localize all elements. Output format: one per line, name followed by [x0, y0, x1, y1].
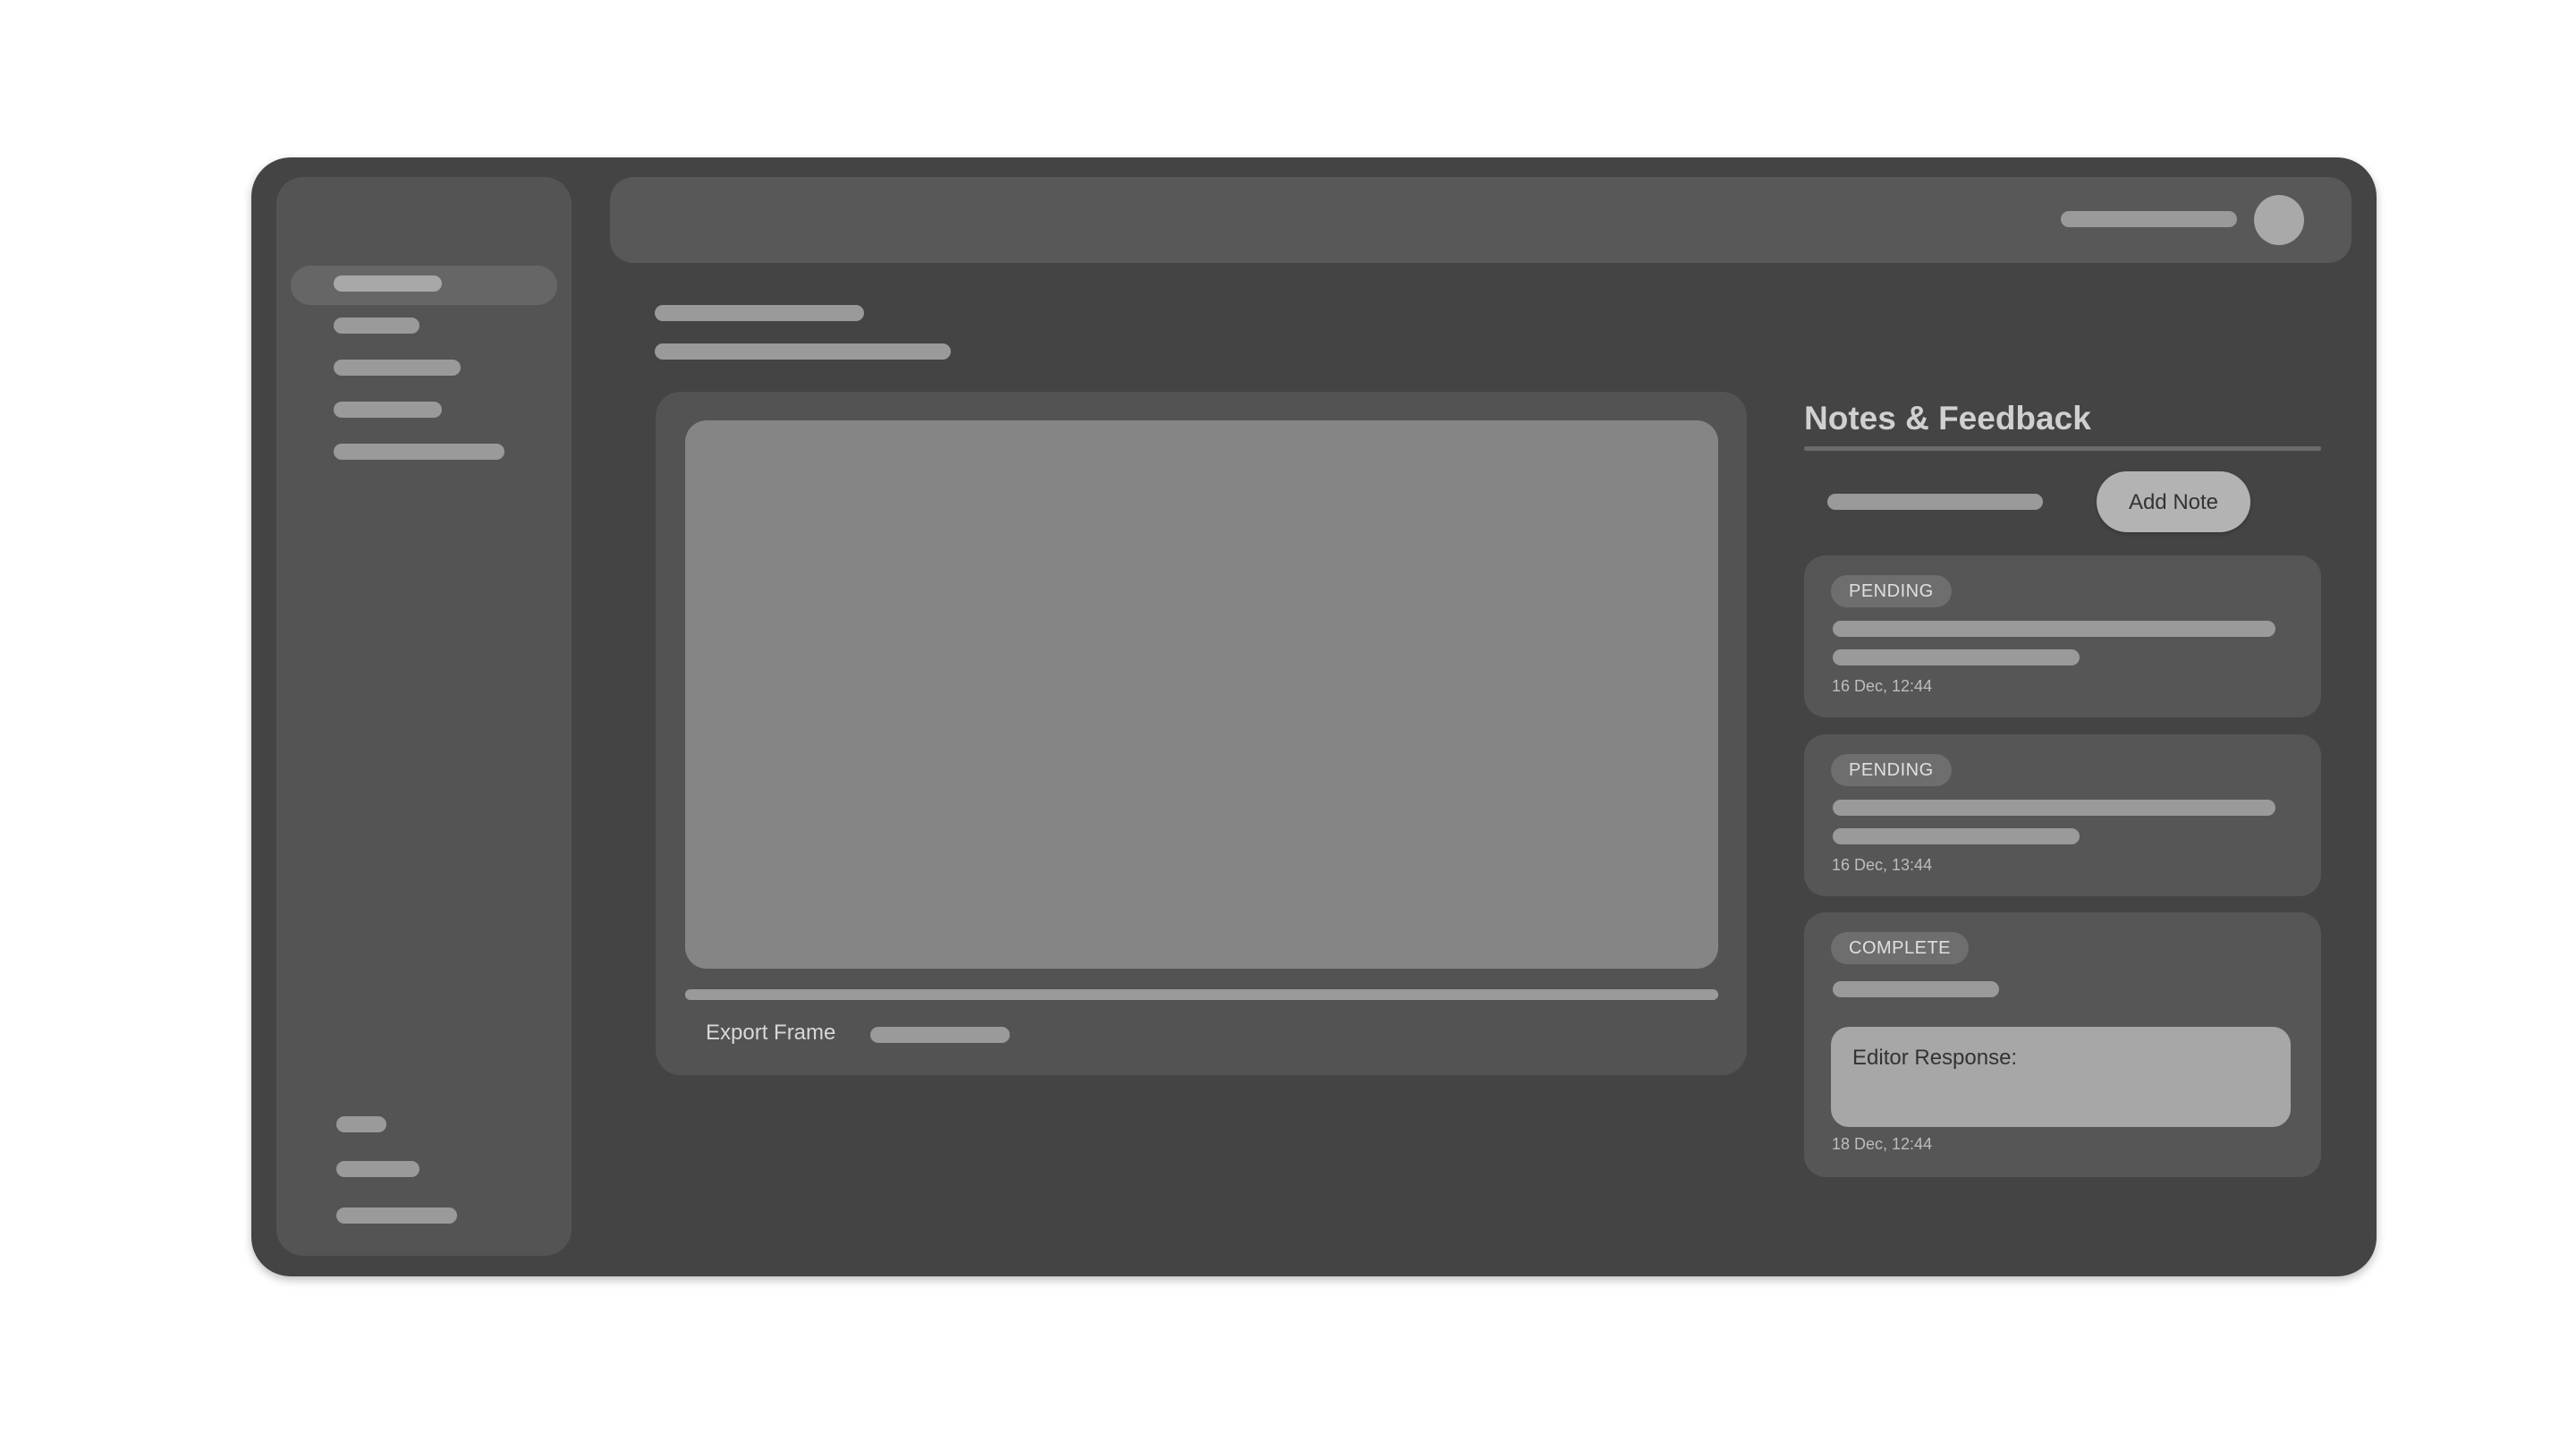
status-badge: COMPLETE: [1831, 932, 1970, 964]
topbar-user-name[interactable]: [2061, 211, 2237, 227]
sidebar-bottom-item-2[interactable]: [336, 1161, 419, 1177]
sidebar-item-3[interactable]: [334, 360, 461, 376]
page-subtitle: [655, 343, 951, 360]
sidebar-bottom-item-3[interactable]: [336, 1208, 457, 1224]
note-timestamp: 16 Dec, 12:44: [1832, 677, 1933, 695]
note-text-line: [1833, 649, 2080, 665]
notes-divider: [1804, 446, 2321, 451]
page-title: [655, 305, 864, 321]
export-frame-detail: [870, 1027, 1010, 1043]
user-avatar-icon[interactable]: [2254, 195, 2304, 245]
note-text-line: [1833, 800, 2275, 816]
note-card[interactable]: PENDING 16 Dec, 12:44: [1804, 555, 2321, 717]
editor-response-label: Editor Response:: [1852, 1046, 2018, 1070]
sidebar-item-2[interactable]: [334, 318, 419, 334]
sidebar: [276, 177, 572, 1256]
export-frame-button[interactable]: Export Frame: [706, 1020, 835, 1046]
sidebar-item-4[interactable]: [334, 402, 442, 418]
status-badge: PENDING: [1831, 575, 1952, 607]
note-text-line: [1833, 981, 1999, 997]
video-progress-fill: [685, 989, 1718, 1000]
add-note-button[interactable]: Add Note: [2097, 471, 2250, 532]
note-card[interactable]: COMPLETE Editor Response: 18 Dec, 12:44: [1804, 912, 2321, 1177]
note-text-line: [1833, 621, 2275, 637]
note-timestamp: 18 Dec, 12:44: [1832, 1135, 1933, 1153]
video-progress-bar[interactable]: [685, 989, 1718, 1000]
editor-response-box[interactable]: Editor Response:: [1831, 1027, 2291, 1127]
notes-panel-title: Notes & Feedback: [1804, 400, 2091, 436]
note-timestamp: 16 Dec, 13:44: [1832, 856, 1933, 874]
note-text-line: [1833, 828, 2080, 844]
sidebar-item-5[interactable]: [334, 444, 504, 460]
note-card[interactable]: PENDING 16 Dec, 13:44: [1804, 734, 2321, 896]
sidebar-item-1[interactable]: [334, 275, 442, 292]
status-badge: PENDING: [1831, 754, 1952, 786]
notes-input[interactable]: [1827, 494, 2043, 510]
sidebar-bottom-item-1[interactable]: [336, 1116, 386, 1132]
video-preview[interactable]: [685, 420, 1718, 969]
